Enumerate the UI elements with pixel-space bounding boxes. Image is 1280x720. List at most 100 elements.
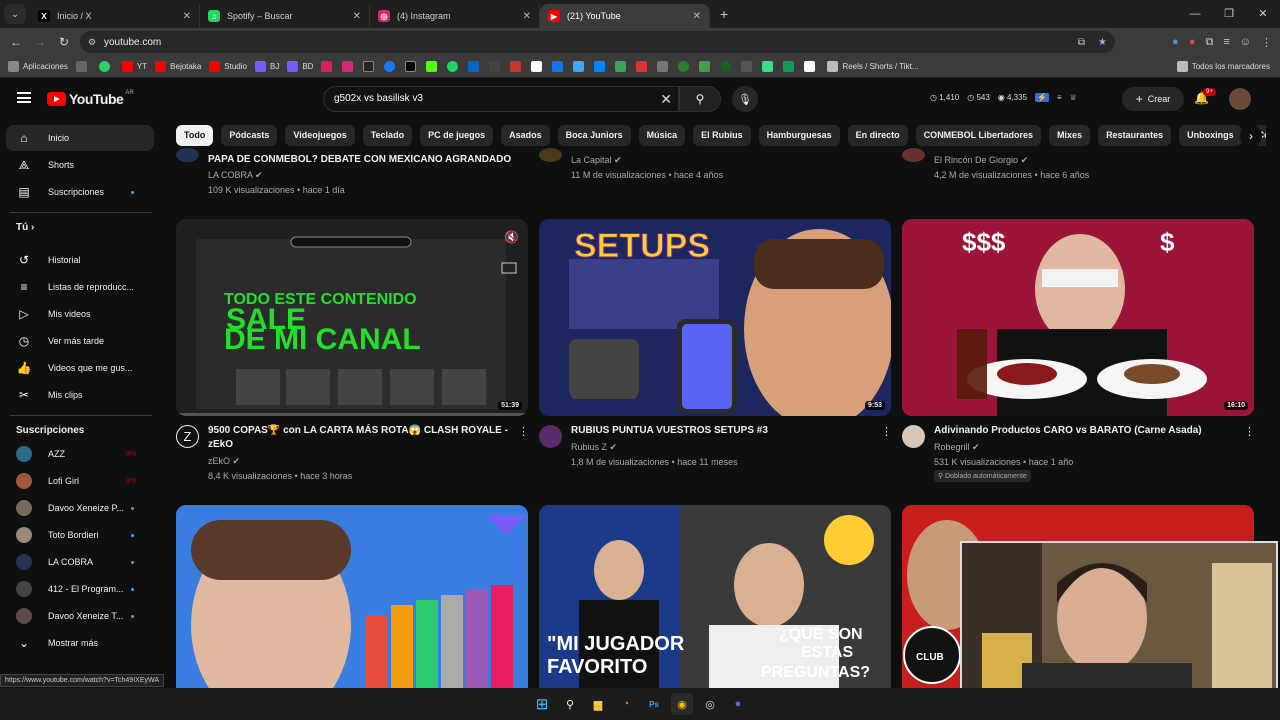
filter-chip[interactable]: PC de juegos xyxy=(420,125,494,146)
filter-chip[interactable]: Música xyxy=(638,125,686,146)
sidebar-subscription-item[interactable]: 412 - El Program... xyxy=(6,576,154,602)
filter-chip[interactable]: CONMEBOL Libertadores xyxy=(915,125,1042,146)
bookmark-all[interactable]: Todos los marcadores xyxy=(1176,61,1270,72)
channel-avatar[interactable] xyxy=(539,425,562,448)
sidebar-item-shorts[interactable]: ⟁ Shorts xyxy=(6,152,154,178)
search-input[interactable]: g502x vs basilisk v3 ✕ xyxy=(323,86,679,112)
channel-name[interactable]: La Capital ✔ xyxy=(571,153,622,167)
youtube-logo[interactable]: YouTube AR xyxy=(47,90,134,107)
channel-avatar[interactable] xyxy=(902,148,925,162)
channel-name[interactable]: LA COBRA ✔ xyxy=(208,168,263,182)
filter-chip[interactable]: Hamburguesas xyxy=(758,125,840,146)
back-button[interactable]: ← xyxy=(4,35,28,49)
sidebar-subscription-item[interactable]: Toto Bordieri xyxy=(6,522,154,548)
bookmark-bejotaka[interactable]: Bejotaka xyxy=(155,61,201,72)
video-title[interactable]: 9500 COPAS🏆 con LA CARTA MÁS ROTA😱 CLASH… xyxy=(208,424,510,452)
video-title[interactable]: Adivinando Productos CARO vs BARATO (Car… xyxy=(934,424,1236,438)
tools-icon[interactable] xyxy=(741,61,753,72)
sidebar-subscription-item[interactable]: LA COBRA xyxy=(6,549,154,575)
sidebar-item-you[interactable]: 👍 Videos que me gus... xyxy=(6,355,154,381)
discord-icon[interactable]: ● xyxy=(727,693,749,715)
chips-next-chevron-icon[interactable]: › xyxy=(1240,125,1262,147)
site-info-icon[interactable]: ⚙ xyxy=(88,37,96,48)
ap-icon[interactable] xyxy=(510,61,522,72)
channel-avatar[interactable]: Z xyxy=(176,425,199,448)
sidebar-item-you[interactable]: ≡ Listas de reproducc... xyxy=(6,274,154,300)
trophy-icon[interactable]: ♕ xyxy=(1070,93,1077,102)
url-field[interactable]: ⚙ youtube.com ★ ⧉ xyxy=(80,31,1115,53)
new-tab-button[interactable]: + xyxy=(720,6,728,22)
sidebar-subscription-item[interactable]: Lofi Girl ((•)) xyxy=(6,468,154,494)
linkedin-icon[interactable] xyxy=(468,61,480,72)
sidebar-item-inicio[interactable]: ⌂ Inicio xyxy=(6,125,154,151)
clear-search-icon[interactable]: ✕ xyxy=(660,87,672,111)
close-tab-icon[interactable]: ✕ xyxy=(523,11,531,22)
install-icon[interactable]: ⧉ xyxy=(1078,37,1085,48)
filter-chip[interactable]: Pódcasts xyxy=(221,125,278,146)
sidebar-item-you[interactable]: ↺ Historial xyxy=(6,247,154,273)
android-icon[interactable] xyxy=(762,61,774,72)
filter-chip[interactable]: Restaurantes xyxy=(1098,125,1172,146)
sidebar-subscription-item[interactable]: AZZ ((•)) xyxy=(6,441,154,467)
extension-badge-icon[interactable]: ⚡ xyxy=(1035,93,1049,102)
close-tab-icon[interactable]: ✕ xyxy=(693,11,701,22)
extension-red-icon[interactable]: ● xyxy=(1189,36,1196,49)
filter-chip[interactable]: Asados xyxy=(501,125,550,146)
video-title[interactable]: RUBIUS PUNTUA VUESTROS SETUPS #3 xyxy=(571,424,873,438)
browser-tab[interactable]: ♫ Spotify – Buscar ✕ xyxy=(200,4,370,28)
tiktok-icon[interactable] xyxy=(363,61,375,72)
search-button[interactable]: ⚲ xyxy=(679,86,721,112)
show-more-button[interactable]: ⌄ Mostrar más xyxy=(6,630,154,656)
hamburger-menu-icon[interactable] xyxy=(17,92,31,103)
x-icon[interactable] xyxy=(405,61,417,72)
voice-search-button[interactable]: 🎙 xyxy=(732,86,758,112)
filter-chip[interactable]: Todo xyxy=(176,125,214,146)
video-thumbnail[interactable]: SETUPS 9:53 xyxy=(539,219,891,416)
extensions-icon[interactable]: ⧉ xyxy=(1205,36,1213,49)
channel-name[interactable]: Robegrill ✔ xyxy=(934,440,980,454)
bookmark-bd[interactable]: BD xyxy=(287,61,313,72)
close-tab-icon[interactable]: ✕ xyxy=(183,11,191,22)
chrome-icon[interactable]: ◉ xyxy=(671,693,693,715)
minimize-button[interactable]: — xyxy=(1178,0,1212,28)
sidebar-item-you[interactable]: ◷ Ver más tarde xyxy=(6,328,154,354)
bookmark-yt[interactable]: YT xyxy=(121,61,147,72)
reading-list-icon[interactable]: ≡ xyxy=(1223,36,1229,49)
obs-icon[interactable]: ◎ xyxy=(699,693,721,715)
sidebar-heading-subscriptions[interactable]: Suscripciones xyxy=(16,425,84,436)
video-thumbnail[interactable]: TODO ESTE CONTENIDO SALE DE MI CANAL 🔇 5… xyxy=(176,219,528,416)
facebook-icon[interactable] xyxy=(384,61,396,72)
filter-chip[interactable]: En directo xyxy=(847,125,908,146)
video-title[interactable]: PAPA DE CONMEBOL? DEBATE CON MEXICANO AG… xyxy=(208,153,518,167)
video-menu-icon[interactable]: ⋮ xyxy=(1244,425,1255,438)
layers-icon[interactable] xyxy=(657,61,669,72)
slack-icon[interactable] xyxy=(321,61,333,72)
box-icon[interactable] xyxy=(699,61,711,72)
sidebar-subscription-item[interactable]: Davoo Xeneize T... xyxy=(6,603,154,629)
browser-tab[interactable]: ◎ (4) Instagram ✕ xyxy=(370,4,540,28)
bookmark-reels[interactable]: Reels / Shorts / Tikt... xyxy=(827,61,918,72)
flipboard-icon[interactable] xyxy=(531,61,543,72)
filter-chip[interactable]: Unboxings xyxy=(1179,125,1242,146)
bluesky-icon[interactable] xyxy=(594,61,606,72)
bookmark-bj[interactable]: BJ xyxy=(254,61,279,72)
video-menu-icon[interactable]: ⋮ xyxy=(518,425,529,438)
close-tab-icon[interactable]: ✕ xyxy=(353,11,361,22)
sidebar-subscription-item[interactable]: Davoo Xeneize P... xyxy=(6,495,154,521)
menu-icon[interactable]: ⋮ xyxy=(1261,36,1272,49)
hover-progress[interactable] xyxy=(176,413,528,416)
star-icon[interactable] xyxy=(573,61,585,72)
channel-avatar[interactable] xyxy=(539,148,562,162)
profile-icon[interactable]: ☺ xyxy=(1240,36,1251,49)
browser-tab[interactable]: ▶ (21) YouTube ✕ xyxy=(540,4,710,28)
bookmark-star-icon[interactable]: ★ xyxy=(1098,37,1107,48)
channel-name[interactable]: zEkO ✔ xyxy=(208,454,240,468)
sidebar-item-you[interactable]: ▷ Mis videos xyxy=(6,301,154,327)
extension-blue-icon[interactable]: ● xyxy=(1172,36,1179,49)
blender-icon[interactable]: ◔ xyxy=(615,693,637,715)
openai-icon[interactable] xyxy=(489,61,501,72)
sidebar-heading-you[interactable]: Tú › xyxy=(16,222,34,233)
bookmark-studio[interactable]: Studio xyxy=(209,61,247,72)
pen-icon[interactable] xyxy=(636,61,648,72)
channel-name[interactable]: Rubius Z ✔ xyxy=(571,440,617,454)
